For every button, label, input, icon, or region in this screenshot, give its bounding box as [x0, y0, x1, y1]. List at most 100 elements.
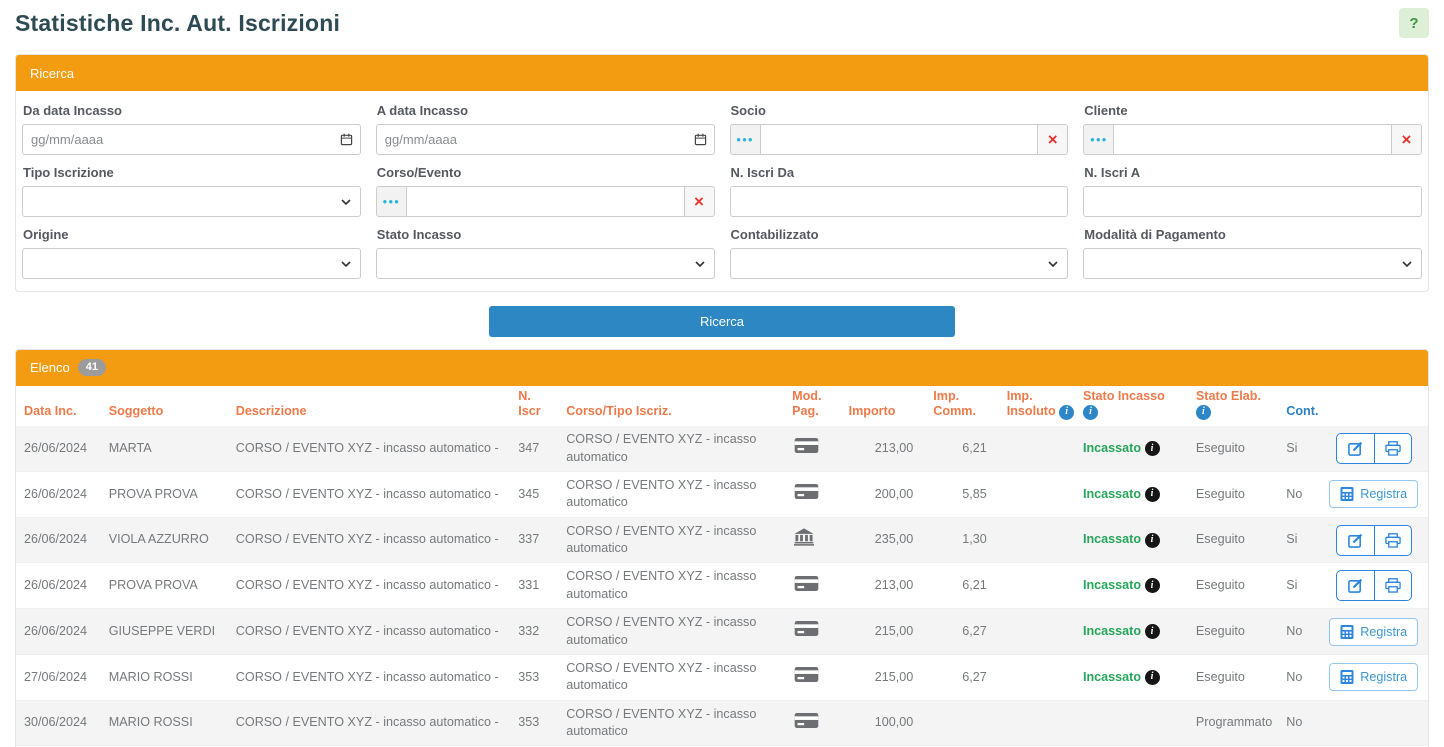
cell-text: Si — [1286, 578, 1297, 592]
cell-corso: CORSO / EVENTO XYZ - incasso automatico — [558, 517, 784, 563]
registra-button[interactable]: Registra — [1329, 480, 1418, 508]
help-button[interactable]: ? — [1399, 8, 1429, 38]
corso-evento-lookup-button[interactable]: ●●● — [376, 186, 407, 217]
date-control — [22, 124, 361, 155]
registra-button[interactable]: Registra — [1329, 663, 1418, 691]
cell-corso: CORSO / EVENTO XYZ - incasso automatico — [558, 426, 784, 471]
list-panel-header[interactable]: Elenco 41 — [16, 350, 1428, 386]
cell-soggetto: MARIO ROSSI — [101, 654, 228, 700]
cell-text: CORSO / EVENTO XYZ - incasso automatico — [566, 478, 756, 509]
column-header-soggetto: Soggetto — [101, 386, 228, 426]
modalit-di-pagamento-select[interactable] — [1083, 248, 1422, 279]
calendar-icon[interactable] — [694, 133, 707, 146]
print-button[interactable] — [1374, 526, 1411, 555]
cell-importo: 100,00 — [841, 700, 926, 746]
field-label: Contabilizzato — [731, 227, 1069, 244]
tipo-iscrizione-select[interactable] — [22, 186, 361, 217]
chevron-down-icon — [695, 261, 705, 267]
table-row: 30/06/2024 MARIO ROSSI CORSO / EVENTO XYZ … — [16, 700, 1428, 746]
cell-text: 235,00 — [875, 532, 914, 546]
column-header-descrizione: Descrizione — [228, 386, 510, 426]
cliente-lookup-button[interactable]: ●●● — [1083, 124, 1114, 155]
cell-text: MARIO ROSSI — [109, 715, 193, 729]
chevron-down-icon — [1402, 261, 1412, 267]
print-button[interactable] — [1374, 571, 1411, 600]
info-icon[interactable]: i — [1145, 624, 1160, 639]
search-field-tipo-iscrizione: Tipo Iscrizione — [22, 165, 361, 217]
search-field-a-data-incasso: A data Incasso — [376, 103, 715, 155]
corso-evento-clear-button[interactable]: × — [684, 186, 715, 217]
da-data-incasso-input[interactable] — [22, 124, 361, 155]
column-label: Soggetto — [109, 404, 164, 418]
cell-text: 27/06/2024 — [24, 670, 87, 684]
origine-select[interactable] — [22, 248, 361, 279]
registra-button[interactable]: Registra — [1329, 618, 1418, 646]
cell-importo: 200,00 — [841, 471, 926, 517]
cell-text: CORSO / EVENTO XYZ - incasso automatico — [566, 707, 756, 738]
credit-card-icon — [794, 620, 819, 637]
cell-data-inc: 30/06/2024 — [16, 700, 101, 746]
cell-text: CORSO / EVENTO XYZ - incasso automatico — [566, 615, 756, 646]
info-icon[interactable]: i — [1145, 487, 1160, 502]
info-icon[interactable]: i — [1145, 441, 1160, 456]
cell-text: 213,00 — [875, 578, 914, 592]
socio-lookup-button[interactable]: ●●● — [730, 124, 761, 155]
cell-actions — [1323, 563, 1428, 609]
print-icon — [1385, 533, 1401, 548]
n-iscri-da-input[interactable] — [730, 186, 1069, 217]
n-iscri-a-input[interactable] — [1083, 186, 1422, 217]
contabilizzato-select[interactable] — [730, 248, 1069, 279]
socio-input[interactable] — [760, 124, 1039, 155]
info-icon[interactable]: i — [1145, 670, 1160, 685]
cell-text: Incassato — [1083, 487, 1141, 501]
column-header-actions — [1323, 386, 1428, 426]
cell-text: 215,00 — [875, 670, 914, 684]
table-row: 26/06/2024VIOLA AZZURROCORSO / EVENTO XY… — [16, 517, 1428, 563]
cell-text: 6,21 — [962, 578, 987, 592]
info-icon[interactable]: i — [1145, 578, 1160, 593]
cell-descrizione: CORSO / EVENTO XYZ - incasso automatico … — [228, 609, 510, 655]
info-icon[interactable]: i — [1196, 405, 1211, 420]
row-action-group — [1336, 433, 1412, 464]
stato-incasso-select[interactable] — [376, 248, 715, 279]
search-panel-header[interactable]: Ricerca — [16, 55, 1428, 91]
cell-imp-comm: 6,21 — [925, 563, 998, 609]
cell-descrizione: CORSO / EVENTO XYZ - incasso automatico … — [228, 654, 510, 700]
cliente-input[interactable] — [1113, 124, 1392, 155]
cell-actions — [1323, 517, 1428, 563]
cell-imp-insoluto — [999, 700, 1075, 746]
cell-imp-comm: 6,21 — [925, 426, 998, 471]
cell-corso: CORSO / EVENTO XYZ - incasso automatico — [558, 609, 784, 655]
cell-text: CORSO / EVENTO XYZ - incasso automatico … — [236, 578, 499, 592]
field-label: Corso/Evento — [377, 165, 715, 182]
corso-evento-input[interactable] — [406, 186, 685, 217]
lookup-control: ●●● × — [730, 124, 1069, 155]
socio-clear-button[interactable]: × — [1037, 124, 1068, 155]
column-label: N. — [518, 389, 531, 403]
column-label: Imp. — [933, 389, 959, 403]
cell-text: Si — [1286, 532, 1297, 546]
cell-soggetto: VIOLA AZZURRO — [101, 517, 228, 563]
cell-text: 347 — [518, 441, 539, 455]
cell-data-inc: 26/06/2024 — [16, 426, 101, 471]
edit-button[interactable] — [1337, 434, 1374, 463]
cell-text: CORSO / EVENTO XYZ - incasso automatico … — [236, 670, 499, 684]
print-button[interactable] — [1374, 434, 1411, 463]
a-data-incasso-input[interactable] — [376, 124, 715, 155]
cell-mod-pag — [784, 517, 840, 563]
info-icon[interactable]: i — [1145, 533, 1160, 548]
info-icon[interactable]: i — [1059, 405, 1074, 420]
calendar-icon[interactable] — [340, 133, 353, 146]
edit-button[interactable] — [1337, 526, 1374, 555]
cell-text: CORSO / EVENTO XYZ - incasso automatico — [566, 432, 756, 463]
credit-card-icon — [794, 666, 819, 683]
info-icon[interactable]: i — [1083, 405, 1098, 420]
search-submit-button[interactable]: Ricerca — [489, 306, 955, 337]
cell-text: Si — [1286, 441, 1297, 455]
cliente-clear-button[interactable]: × — [1391, 124, 1422, 155]
cell-n-iscr: 331 — [510, 563, 558, 609]
count-badge: 41 — [78, 359, 106, 376]
cell-cont: No — [1278, 609, 1323, 655]
cell-text: No — [1286, 624, 1302, 638]
edit-button[interactable] — [1337, 571, 1374, 600]
